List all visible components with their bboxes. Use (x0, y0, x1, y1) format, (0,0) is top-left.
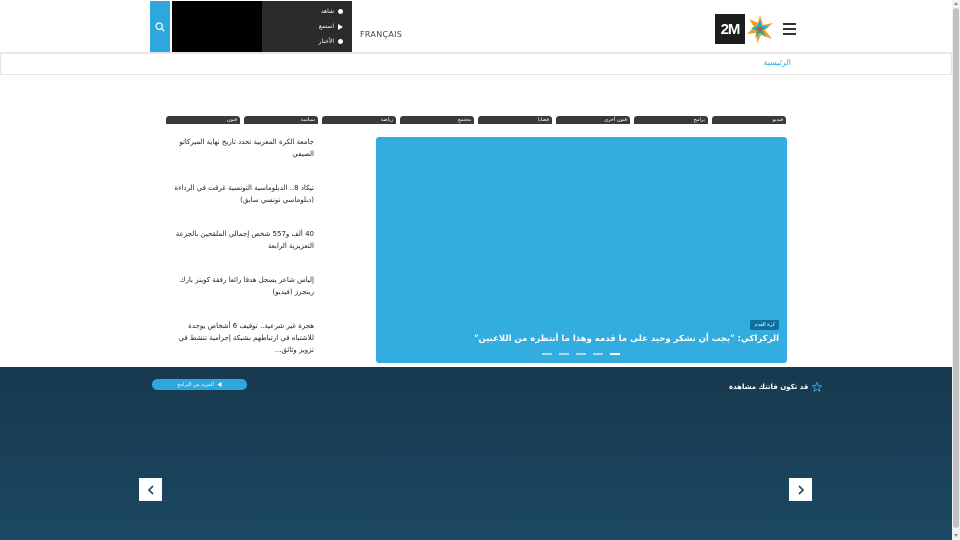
slider-dots (542, 353, 620, 355)
live-menu-label: استمع (318, 23, 334, 30)
category-tabs: فنون سياسة رياضة مجتمع قضايا فنون أخرى ب… (166, 116, 787, 124)
hero-title[interactable]: الركراكي: "يجب أن نشكر وحيد على ما قدمه … (474, 334, 779, 344)
news-list-item[interactable]: تيكاد 8.. الدبلوماسية التونسية غرقت في ا… (168, 182, 314, 206)
site-header (0, 0, 952, 53)
scroll-up-icon[interactable] (954, 2, 958, 5)
breadcrumb: الرئيسية (0, 53, 952, 75)
tab-sports[interactable]: رياضة (322, 116, 396, 124)
news-list-item[interactable]: 40 ألف و557 شخص إجمالي الملقحين بالجرعة … (168, 228, 314, 252)
menu-hamburger-icon[interactable] (783, 23, 796, 35)
live-menu-item-listen[interactable]: استمع (319, 23, 343, 30)
tab-video[interactable]: فيديو (712, 116, 786, 124)
carousel-next-button[interactable] (789, 478, 812, 501)
chevron-right-icon (797, 484, 804, 495)
live-menu-item-news[interactable]: الأخبار (319, 38, 343, 45)
programs-section: قد تكون فاتتك مشاهدة المزيد من البرامج (0, 367, 952, 540)
circle-icon (338, 39, 343, 44)
programs-heading: قد تكون فاتتك مشاهدة (729, 382, 823, 392)
circle-icon (338, 9, 343, 14)
tab-programs[interactable]: برامج (634, 116, 708, 124)
programs-title-text: قد تكون فاتتك مشاهدة (729, 383, 809, 391)
tab-society[interactable]: مجتمع (400, 116, 474, 124)
slider-dot[interactable] (593, 353, 603, 355)
hero-slide[interactable]: كرة القدم الركراكي: "يجب أن نشكر وحيد عل… (376, 137, 787, 363)
category-badge[interactable]: كرة القدم (750, 320, 779, 330)
tab-politics[interactable]: سياسة (244, 116, 318, 124)
breadcrumb-home-link[interactable]: الرئيسية (763, 58, 791, 67)
scroll-down-icon[interactable] (954, 534, 958, 537)
logo-text: 2M (715, 14, 745, 44)
news-list-item[interactable]: إلياس شاعر يسجل هدفا رائعا رفقة كوينز با… (168, 274, 314, 298)
live-menu-label: الأخبار (318, 38, 334, 45)
more-programs-label: المزيد من البرامج (177, 381, 214, 388)
star-logo-icon (747, 15, 773, 43)
page-scrollbar[interactable] (952, 0, 960, 540)
tab-issues[interactable]: قضايا (478, 116, 552, 124)
slider-dot[interactable] (542, 353, 552, 355)
search-icon (155, 21, 165, 32)
carousel-prev-button[interactable] (139, 478, 162, 501)
star-icon (812, 382, 823, 392)
live-menu: شاهد استمع الأخبار (262, 1, 352, 52)
language-switch-link[interactable]: FRANÇAIS (360, 30, 402, 39)
chevron-left-icon (147, 484, 154, 495)
live-menu-item-watch[interactable]: شاهد (321, 8, 343, 15)
more-programs-button[interactable]: المزيد من البرامج (152, 379, 247, 390)
search-button[interactable] (150, 1, 170, 52)
tab-arts[interactable]: فنون (166, 116, 240, 124)
play-icon (217, 382, 222, 387)
news-list-item[interactable]: هجرة غير شرعية.. توقيف 6 أشخاص يوجدة للا… (168, 320, 314, 356)
slider-dot-active[interactable] (610, 353, 620, 355)
scrollbar-thumb[interactable] (953, 8, 959, 528)
site-logo[interactable]: 2M (715, 14, 775, 44)
news-list-item[interactable]: جامعة الكرة المغربية تحدد تاريخ نهاية ال… (168, 136, 314, 160)
play-icon (338, 23, 343, 30)
slider-dot[interactable] (576, 353, 586, 355)
live-menu-label: شاهد (320, 8, 334, 15)
tab-other-arts[interactable]: فنون أخرى (556, 116, 630, 124)
slider-dot[interactable] (559, 353, 569, 355)
